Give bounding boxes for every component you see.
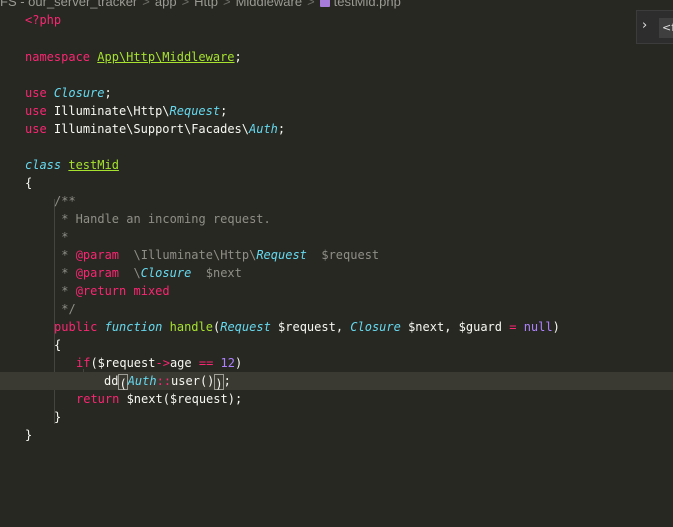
keyword: use — [25, 122, 47, 136]
code-line-17[interactable]: */ — [0, 300, 673, 318]
operator: = — [509, 320, 517, 334]
statement: $next($request); — [119, 392, 243, 406]
punct: ) — [552, 320, 560, 334]
class-name: testMid — [68, 158, 119, 172]
code-line-3[interactable]: namespace App\Http\Middleware; — [0, 48, 673, 66]
punct: ; — [277, 122, 286, 136]
namespace-path: Illuminate\Http\ — [53, 104, 170, 118]
code-line-14[interactable]: * @param \Illuminate\Http\Request $reque… — [0, 246, 673, 264]
code-line-23[interactable]: } — [0, 408, 673, 426]
keyword: if — [76, 356, 91, 370]
code-line-13[interactable]: * — [0, 228, 673, 246]
doc-comment: * — [54, 230, 69, 244]
bracket-match: ) — [214, 374, 224, 391]
keyword: class — [25, 158, 62, 172]
class-ref: Closure — [350, 320, 401, 334]
class-ref: Auth — [249, 122, 278, 136]
keyword: public — [54, 320, 98, 334]
code-line-15[interactable]: * @param \Closure $next — [0, 264, 673, 282]
class-ref: Request — [256, 248, 307, 262]
method-name: handle — [169, 320, 213, 334]
doc-comment: * — [54, 284, 76, 298]
function-call: dd — [104, 374, 119, 388]
property: age — [169, 356, 199, 370]
code-line-11[interactable]: /** — [0, 192, 673, 210]
doc-comment: \Illuminate\Http\ — [119, 248, 257, 262]
code-line-6[interactable]: use Illuminate\Http\Request; — [0, 102, 673, 120]
keyword: use — [25, 104, 47, 118]
doc-comment: \ — [119, 266, 141, 280]
keyword: function — [104, 320, 163, 334]
operator: :: — [156, 374, 172, 388]
brace: { — [25, 176, 33, 190]
class-ref: Closure — [53, 86, 105, 100]
doc-comment: $request — [306, 248, 380, 262]
doc-comment: * Handle an incoming request. — [54, 212, 271, 226]
operator: == — [198, 356, 214, 370]
keyword: return — [76, 392, 120, 406]
keyword: use — [25, 86, 47, 100]
code-line-24[interactable]: } — [0, 426, 673, 444]
variable: ($request — [90, 356, 156, 370]
punct: ; — [223, 374, 231, 388]
punct: ; — [234, 50, 242, 64]
code-line-5[interactable]: use Closure; — [0, 84, 673, 102]
class-ref: Auth — [127, 374, 157, 388]
class-ref: Request — [169, 104, 221, 118]
code-line-16[interactable]: * @return mixed — [0, 282, 673, 300]
bracket-match: ( — [118, 374, 128, 391]
brace: } — [25, 428, 33, 442]
code-editor[interactable]: <?php namespace App\Http\Middleware; use… — [0, 0, 673, 527]
doc-comment: $next — [191, 266, 242, 280]
code-line-22[interactable]: return $next($request); — [0, 390, 673, 408]
punct: ; — [104, 86, 112, 100]
doc-comment: * — [54, 266, 76, 280]
brace: { — [54, 338, 62, 352]
param: $request, — [270, 320, 351, 334]
doc-tag: @param — [75, 248, 120, 262]
code-line-1[interactable]: <?php — [0, 11, 673, 29]
doc-tag: @param — [75, 266, 120, 280]
doc-tag: @return — [75, 284, 127, 298]
punct: ; — [220, 104, 228, 118]
doc-type: mixed — [126, 284, 170, 298]
brace: } — [54, 410, 62, 424]
code-line-21-current[interactable]: dd(Auth::user()); — [0, 372, 673, 391]
doc-comment: * — [54, 248, 76, 262]
code-line-7[interactable]: use Illuminate\Support\Facades\Auth; — [0, 120, 673, 138]
code-line-18[interactable]: public function handle(Request $request,… — [0, 318, 673, 336]
param: $next, $guard — [400, 320, 510, 334]
class-ref: Request — [220, 320, 271, 334]
function-call: user — [171, 374, 200, 388]
code-line-12[interactable]: * Handle an incoming request. — [0, 210, 673, 228]
code-line-10[interactable]: { — [0, 174, 673, 192]
punct: () — [199, 374, 215, 388]
punct: ) — [234, 356, 243, 370]
php-open-tag: <?php — [25, 13, 62, 27]
operator: -> — [155, 356, 170, 370]
namespace-path: Illuminate\Support\Facades\ — [53, 122, 249, 136]
code-line-20[interactable]: if($request->age == 12) — [0, 354, 673, 372]
constant: null — [523, 320, 553, 334]
doc-comment: */ — [54, 302, 76, 316]
code-line-9[interactable]: class testMid — [0, 156, 673, 174]
code-line-19[interactable]: { — [0, 336, 673, 354]
class-ref: Closure — [140, 266, 192, 280]
keyword: namespace — [25, 50, 91, 64]
namespace-name: App\Http\Middleware — [97, 50, 235, 64]
doc-comment: /** — [54, 194, 76, 208]
number: 12 — [220, 356, 235, 370]
